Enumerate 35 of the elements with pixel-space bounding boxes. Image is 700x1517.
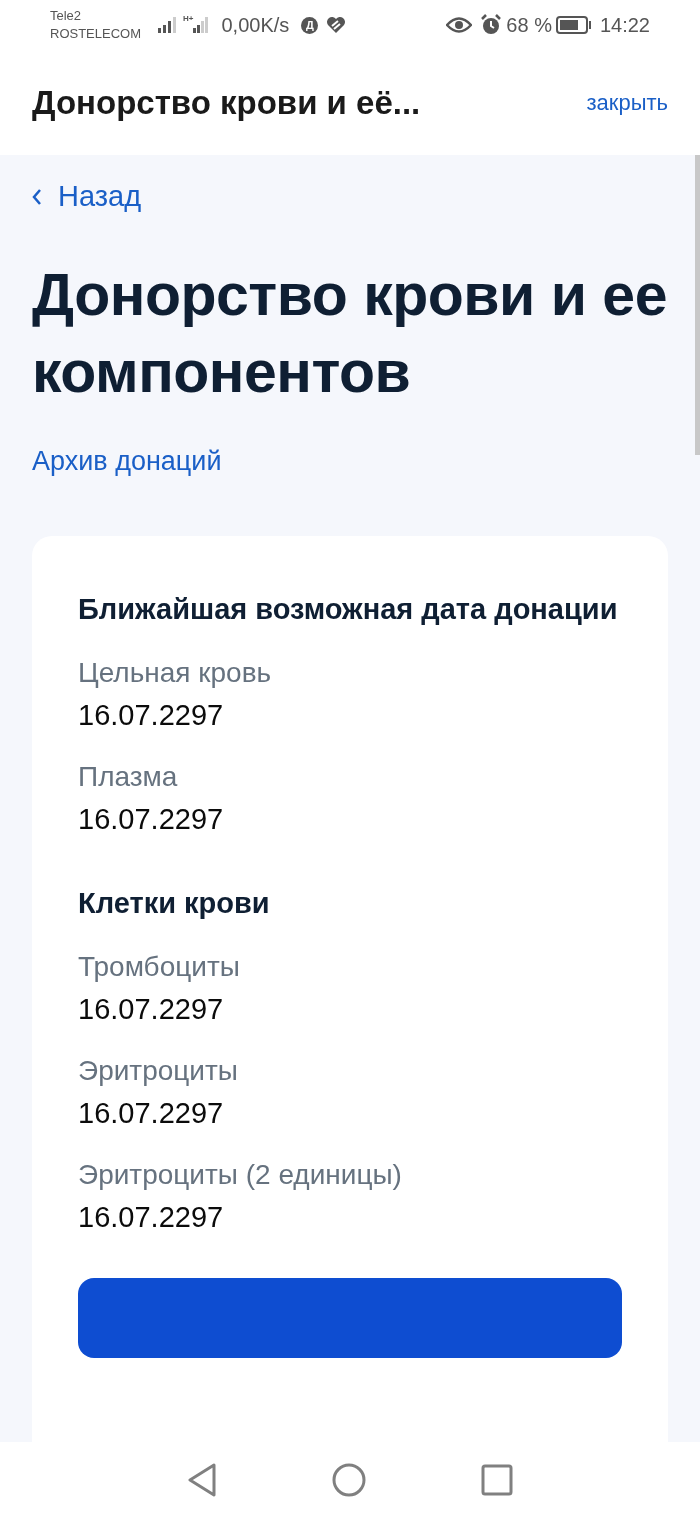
back-link[interactable]: Назад [32,177,668,217]
page-title: Донорство крови и её... [32,82,421,123]
signal-icon [157,15,179,35]
carrier-name: Tele2 [50,7,83,25]
signal-icon [193,15,210,35]
back-icon [187,1462,217,1497]
battery-icon [555,15,592,35]
field-value: 16.07.2297 [78,1095,225,1131]
field-value: 16.07.2297 [78,1199,225,1235]
eye-icon [446,16,473,34]
clock-time: 14:22 [599,13,650,38]
field-label: Тромбоциты [78,949,241,984]
network-type: H+ [183,15,194,23]
field-label: Эритроциты (2 единицы) [78,1157,403,1192]
network-speed: 0,00K/s [221,13,290,38]
alarm-icon [480,14,503,36]
carrier-name: ROSTELECOM [50,25,141,43]
field-label: Эритроциты [78,1053,239,1088]
app-badge: Д [301,16,319,34]
field-value: 16.07.2297 [78,801,225,837]
field-value: 16.07.2297 [78,991,225,1027]
battery-percent: 68 % [506,13,552,38]
home-icon [332,1462,366,1497]
heading: Донорство крови и ее компонентов [32,261,668,407]
action-button[interactable] [78,1277,622,1358]
section-heading: Клетки крови [78,885,271,921]
heart-icon [326,16,347,34]
recents-icon [481,1463,513,1496]
close-link[interactable]: закрыть [586,86,668,119]
field-label: Цельная кровь [78,655,273,690]
field-value: 16.07.2297 [78,697,225,733]
archive-link[interactable]: Архив донаций [32,441,222,482]
card-title: Ближайшая возможная дата донации [78,591,619,627]
field-label: Плазма [78,759,179,794]
chevron-left-icon [32,188,42,206]
